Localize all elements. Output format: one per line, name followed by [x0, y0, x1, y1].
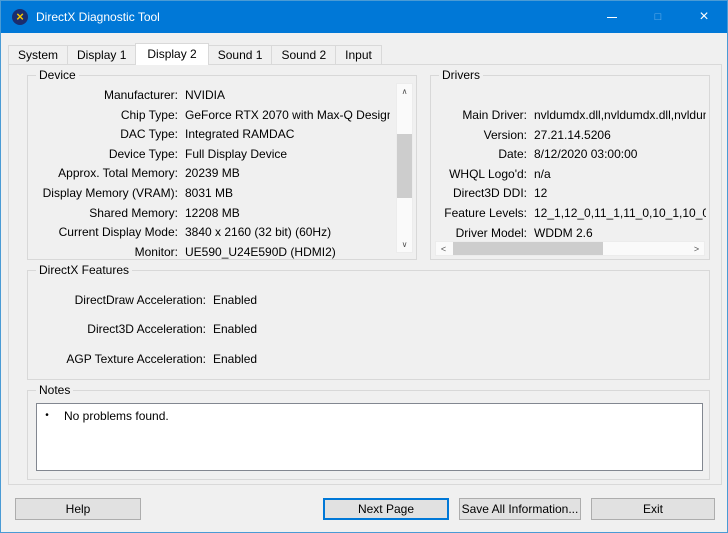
device-row: Approx. Total Memory: 20239 MB	[58, 166, 240, 181]
notes-group-title: Notes	[36, 383, 74, 397]
driver-row: WHQL Logo'd: n/a	[449, 166, 551, 181]
note-text: No problems found.	[64, 409, 169, 423]
device-row: Monitor: UE590_U24E590D (HDMI2)	[134, 244, 336, 259]
help-button[interactable]: Help	[15, 498, 141, 520]
tab-system[interactable]: System	[8, 45, 69, 64]
tab-strip: System Display 1 Display 2 Sound 1 Sound…	[8, 43, 382, 65]
scrollbar-thumb[interactable]	[453, 242, 603, 255]
next-page-button[interactable]: Next Page	[323, 498, 449, 520]
save-all-information-button[interactable]: Save All Information...	[459, 498, 581, 520]
device-group: Device Manufacturer: NVIDIA Chip Type: GeF…	[27, 68, 417, 260]
driver-row: Version: 27.21.14.5206	[483, 127, 611, 142]
tab-sound-1[interactable]: Sound 1	[207, 45, 273, 64]
scroll-right-icon[interactable]: >	[689, 242, 704, 255]
directx-features-list: DirectDraw Acceleration: Enabled Direct3D…	[30, 293, 701, 381]
feature-row: DirectDraw Acceleration: Enabled	[74, 293, 258, 307]
note-item: • No problems found.	[37, 404, 702, 423]
window-controls: □ ×	[589, 1, 727, 33]
device-row: Manufacturer: NVIDIA	[103, 88, 226, 102]
scroll-up-icon[interactable]: ∧	[397, 84, 412, 99]
maximize-button[interactable]: □	[635, 1, 681, 33]
scrollbar-track[interactable]	[451, 242, 689, 255]
dxdiag-app-icon: ×	[12, 9, 28, 25]
bullet-icon: •	[45, 410, 49, 421]
drivers-horizontal-scrollbar[interactable]: < >	[435, 241, 705, 256]
display-2-tab-page: Device Manufacturer: NVIDIA Chip Type: GeF…	[8, 64, 722, 485]
close-icon: ×	[699, 8, 709, 25]
tab-display-2[interactable]: Display 2	[135, 43, 209, 65]
drivers-group: Drivers Main Driver: nvldumdx.dll,nvldumd…	[430, 68, 710, 260]
notes-group: Notes • No problems found.	[27, 383, 710, 480]
device-row: Device Type: Full Display Device	[108, 146, 288, 161]
maximize-icon: □	[654, 11, 662, 23]
minimize-button[interactable]	[589, 1, 635, 33]
device-row: Shared Memory: 12208 MB	[89, 205, 240, 220]
tab-input[interactable]: Input	[335, 45, 382, 64]
driver-row: Main Driver: nvldumdx.dll,nvldumdx.dll,nv…	[462, 108, 706, 122]
notes-text-area[interactable]: • No problems found.	[36, 403, 703, 471]
device-row: Chip Type: GeForce RTX 2070 with Max-Q De…	[120, 107, 390, 122]
tab-display-1[interactable]: Display 1	[67, 45, 137, 64]
scrollbar-track[interactable]	[397, 99, 412, 237]
tab-sound-2[interactable]: Sound 2	[271, 45, 337, 64]
device-info-list: Manufacturer: NVIDIA Chip Type: GeForce RT…	[30, 88, 390, 264]
dxdiag-window: × DirectX Diagnostic Tool □ × System Dis…	[0, 0, 728, 533]
feature-row: Direct3D Acceleration: Enabled	[87, 322, 258, 337]
driver-row: Direct3D DDI: 12	[452, 186, 548, 201]
scroll-left-icon[interactable]: <	[436, 242, 451, 255]
close-button[interactable]: ×	[681, 1, 727, 33]
device-row: Display Memory (VRAM): 8031 MB	[42, 185, 234, 200]
window-title: DirectX Diagnostic Tool	[36, 10, 160, 24]
drivers-group-title: Drivers	[439, 68, 483, 82]
drivers-info-list: Main Driver: nvldumdx.dll,nvldumdx.dll,nv…	[433, 108, 706, 245]
scrollbar-thumb[interactable]	[397, 133, 412, 199]
feature-row: AGP Texture Acceleration: Enabled	[66, 351, 258, 366]
device-group-title: Device	[36, 68, 79, 82]
driver-row: Date: 8/12/2020 03:00:00	[498, 147, 638, 162]
directx-features-group: DirectX Features DirectDraw Acceleration…	[27, 263, 710, 381]
device-vertical-scrollbar[interactable]: ∧ ∨	[396, 83, 413, 253]
device-row: Current Display Mode: 3840 x 2160 (32 bit…	[58, 225, 332, 240]
scroll-down-icon[interactable]: ∨	[397, 237, 412, 252]
exit-button[interactable]: Exit	[591, 498, 715, 520]
driver-row: Feature Levels: 12_1,12_0,11_1,11_0,10_1,…	[444, 205, 706, 220]
minimize-icon	[607, 16, 617, 18]
directx-features-group-title: DirectX Features	[36, 263, 133, 277]
title-bar: × DirectX Diagnostic Tool □ ×	[1, 1, 727, 33]
device-row: DAC Type: Integrated RAMDAC	[120, 127, 295, 142]
